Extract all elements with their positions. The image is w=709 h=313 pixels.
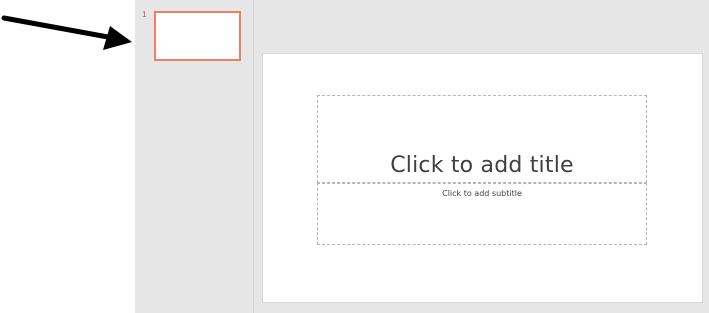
subtitle-placeholder[interactable]: Click to add subtitle (317, 183, 647, 245)
slide-editing-area: Click to add title Click to add subtitle (254, 0, 709, 313)
title-placeholder[interactable]: Click to add title (317, 95, 647, 183)
slide-thumbnail-1[interactable] (154, 11, 241, 61)
annotation-arrow-icon (1, 15, 132, 50)
slide-canvas[interactable]: Click to add title Click to add subtitle (263, 54, 702, 302)
slide-number: 1 (142, 10, 147, 19)
presentation-editor: 1 Click to add title Click to add subtit… (0, 0, 709, 313)
title-placeholder-text: Click to add title (390, 153, 574, 178)
subtitle-placeholder-text: Click to add subtitle (442, 189, 522, 198)
slide-thumbnail-pane: 1 (135, 0, 254, 313)
